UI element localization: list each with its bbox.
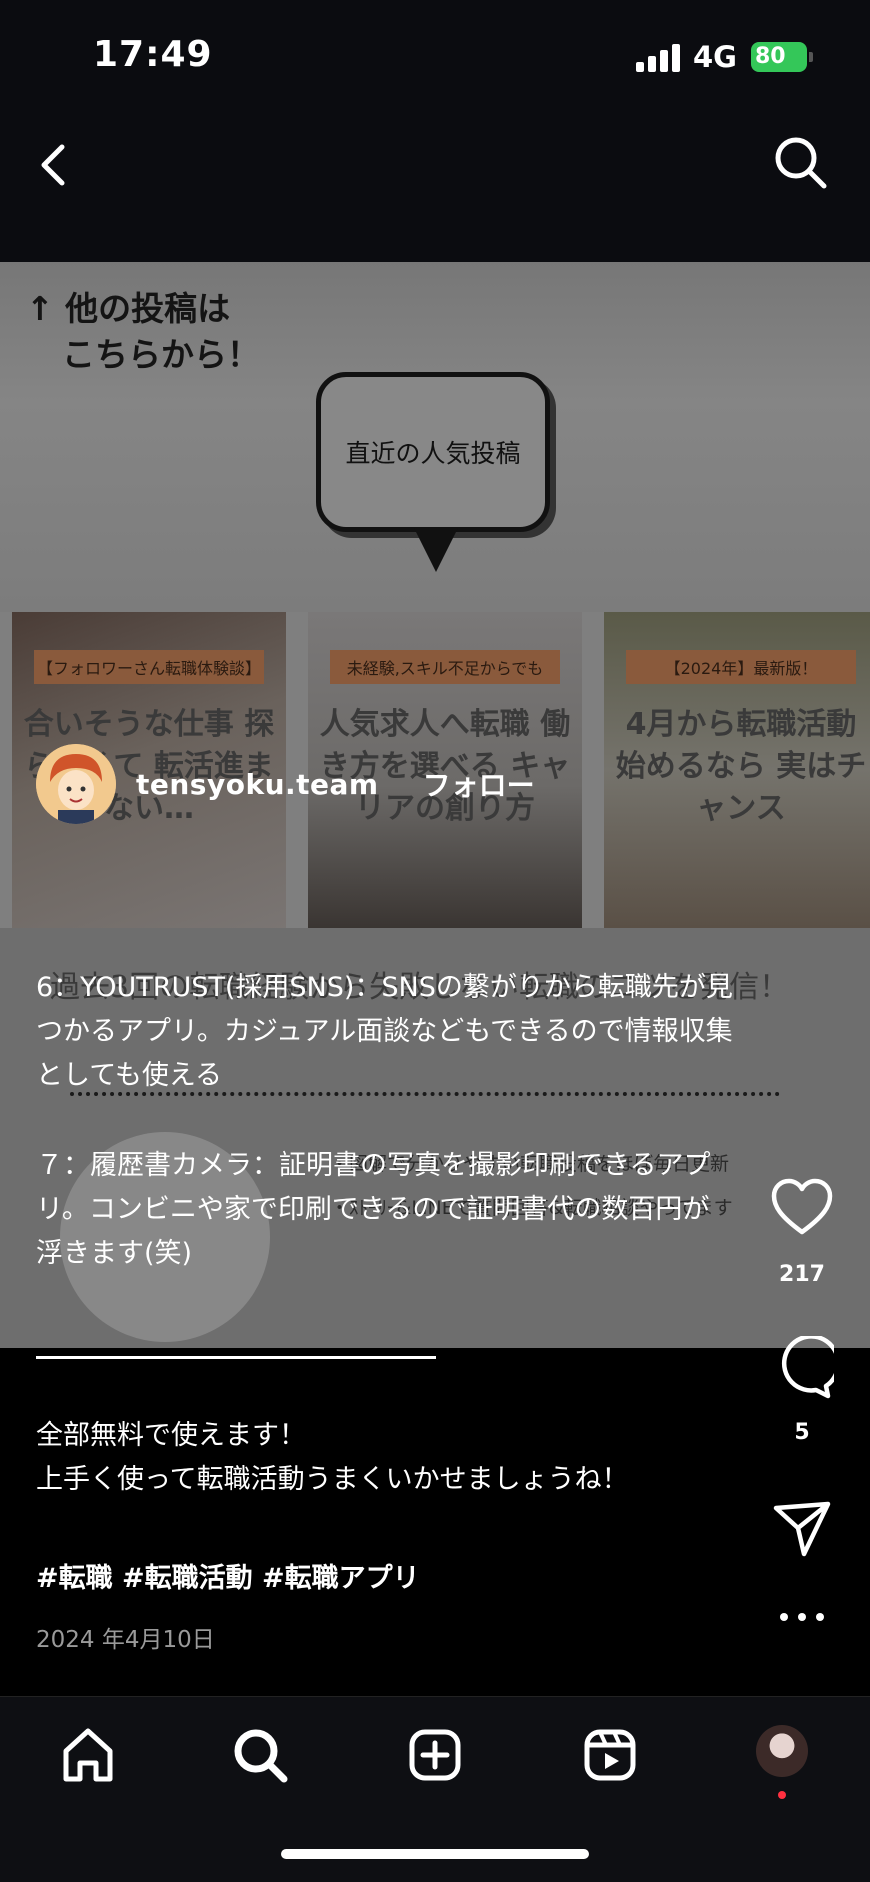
more-icon[interactable]: [780, 1610, 824, 1624]
network-type: 4G: [693, 40, 737, 74]
bubble-tail: [414, 528, 458, 572]
comment-count: 5: [794, 1420, 810, 1445]
caption-closing: 全部無料で使えます！ 上手く使って転職活動うまくいかせましょうね！: [36, 1414, 736, 1502]
home-indicator: [281, 1849, 589, 1859]
closing-line-1: 全部無料で使えます！: [36, 1420, 306, 1451]
top-navigation: [0, 110, 870, 262]
avatar-illustration: [36, 744, 116, 824]
send-icon[interactable]: [770, 1496, 834, 1560]
post-date: 2024 年4月10日: [36, 1627, 215, 1653]
reels-icon[interactable]: [580, 1725, 640, 1785]
like-count: 217: [779, 1262, 825, 1287]
bottom-tab-bar: [0, 1696, 870, 1882]
signal-icon: [636, 44, 680, 72]
search-icon[interactable]: [230, 1725, 290, 1785]
status-time: 17:49: [93, 34, 213, 75]
popular-post-card: 【2024年】最新版！ 4月から転職活動 始めるなら 実はチャンス: [604, 612, 870, 928]
card-tag: 【フォロワーさん転職体験談】: [34, 650, 264, 684]
create-icon[interactable]: [405, 1725, 465, 1785]
card-tag: 【2024年】最新版！: [626, 650, 856, 684]
author-username[interactable]: tensyoku.team: [136, 768, 379, 801]
battery-icon: 80: [751, 42, 813, 72]
speech-bubble: 直近の人気投稿: [316, 372, 550, 532]
bubble-text: 直近の人気投稿: [345, 439, 521, 468]
home-icon[interactable]: [58, 1725, 118, 1785]
heart-icon[interactable]: [770, 1176, 834, 1240]
card-headline: 4月から転職活動 始めるなら 実はチャンス: [615, 707, 867, 826]
author-row: tensyoku.team フォロー: [36, 744, 535, 824]
other-posts-label: ↑ 他の投稿は こちらから！: [26, 286, 260, 378]
profile-avatar-tab[interactable]: [756, 1725, 808, 1777]
caption-divider: [36, 1356, 436, 1359]
card-tag: 未経験,スキル不足からでも: [330, 650, 560, 684]
notification-dot: [778, 1791, 786, 1799]
battery-level: 80: [755, 44, 786, 69]
comment-icon[interactable]: [770, 1336, 834, 1400]
follow-button[interactable]: フォロー: [423, 764, 535, 804]
caption-item-7: ７：履歴書カメラ：証明書の写真を撮影印刷できるアプリ。コンビニや家で印刷できるの…: [36, 1150, 711, 1269]
caption-item-6: 6：YOUTRUST(採用SNS)：SNSの繋がりから転職先が見つかるアプリ。カ…: [36, 972, 733, 1091]
avatar[interactable]: [36, 744, 116, 824]
closing-line-2: 上手く使って転職活動うまくいかせましょうね！: [36, 1464, 629, 1495]
status-bar: 17:49 4G 80: [0, 0, 870, 110]
search-icon[interactable]: [770, 132, 830, 192]
back-icon[interactable]: [30, 135, 80, 195]
other-posts-line1: ↑ 他の投稿は: [26, 289, 231, 328]
hashtags[interactable]: #転職 #転職活動 #転職アプリ: [36, 1556, 420, 1595]
other-posts-line2: こちらから！: [62, 335, 260, 374]
